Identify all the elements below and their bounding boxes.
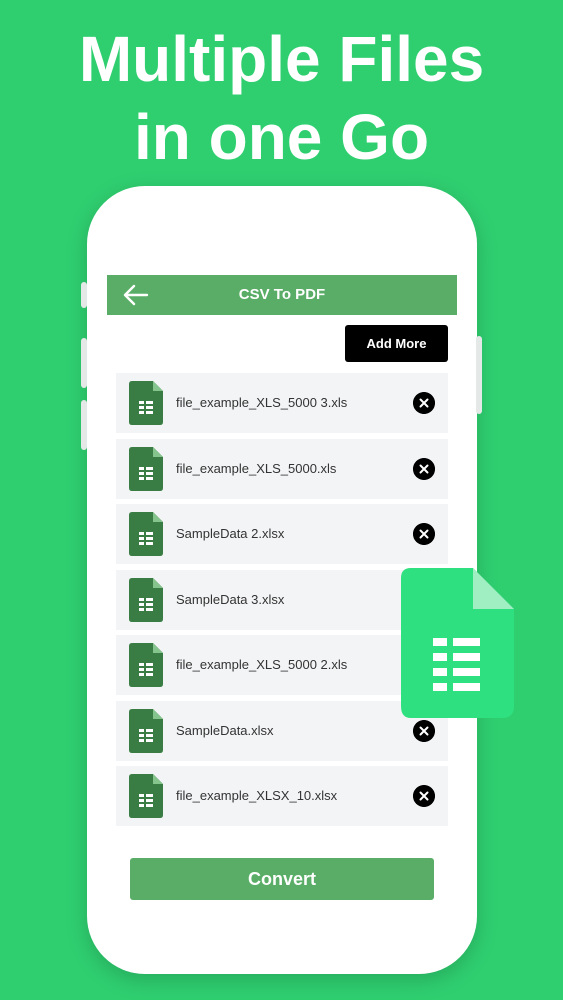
spreadsheet-file-icon xyxy=(129,577,163,622)
file-item[interactable]: file_example_XLS_5000 3.xls xyxy=(116,373,448,433)
app-bar: CSV To PDF xyxy=(107,275,457,315)
file-name: file_example_XLS_5000 3.xls xyxy=(176,395,348,410)
spreadsheet-file-icon xyxy=(129,708,163,753)
file-item[interactable]: SampleData.xlsx xyxy=(116,700,448,761)
screen-title: CSV To PDF xyxy=(238,286,326,303)
spreadsheet-file-icon xyxy=(129,774,163,818)
spreadsheet-file-icon xyxy=(129,512,163,556)
remove-file-icon[interactable] xyxy=(413,392,435,414)
file-item[interactable]: file_example_XLS_5000 2.xls xyxy=(116,635,448,695)
file-name: file_example_XLSX_10.xlsx xyxy=(176,788,338,803)
remove-file-icon[interactable] xyxy=(413,523,435,545)
file-list: file_example_XLS_5000 3.xls file_example… xyxy=(116,373,448,832)
file-item[interactable]: file_example_XLS_5000.xls xyxy=(116,438,448,499)
file-name: SampleData 3.xlsx xyxy=(176,591,285,607)
spreadsheet-file-icon xyxy=(129,446,163,491)
phone-side-button xyxy=(81,282,87,308)
file-name: file_example_XLS_5000 2.xls xyxy=(176,657,348,672)
convert-button[interactable]: Convert xyxy=(130,858,434,900)
spreadsheet-file-icon xyxy=(401,568,514,718)
file-item[interactable]: file_example_XLSX_10.xlsx xyxy=(116,766,448,826)
phone-volume-up xyxy=(81,338,87,388)
headline-line-2: in one Go xyxy=(133,101,430,173)
spreadsheet-file-icon xyxy=(129,381,163,425)
phone-power-button xyxy=(476,336,482,414)
file-item[interactable]: SampleData 3.xlsx xyxy=(116,569,448,630)
spreadsheet-file-icon xyxy=(129,643,163,687)
remove-file-icon[interactable] xyxy=(413,457,435,480)
file-item[interactable]: SampleData 2.xlsx xyxy=(116,504,448,564)
promo-headline: Multiple Files in one Go xyxy=(0,20,563,176)
headline-line-1: Multiple Files xyxy=(78,23,485,95)
file-name: file_example_XLS_5000.xls xyxy=(176,460,337,476)
file-name: SampleData 2.xlsx xyxy=(176,526,285,541)
add-more-button[interactable]: Add More xyxy=(345,325,448,362)
remove-file-icon[interactable] xyxy=(413,719,435,742)
phone-volume-down xyxy=(81,400,87,450)
file-name: SampleData.xlsx xyxy=(176,722,274,738)
remove-file-icon[interactable] xyxy=(413,785,435,807)
